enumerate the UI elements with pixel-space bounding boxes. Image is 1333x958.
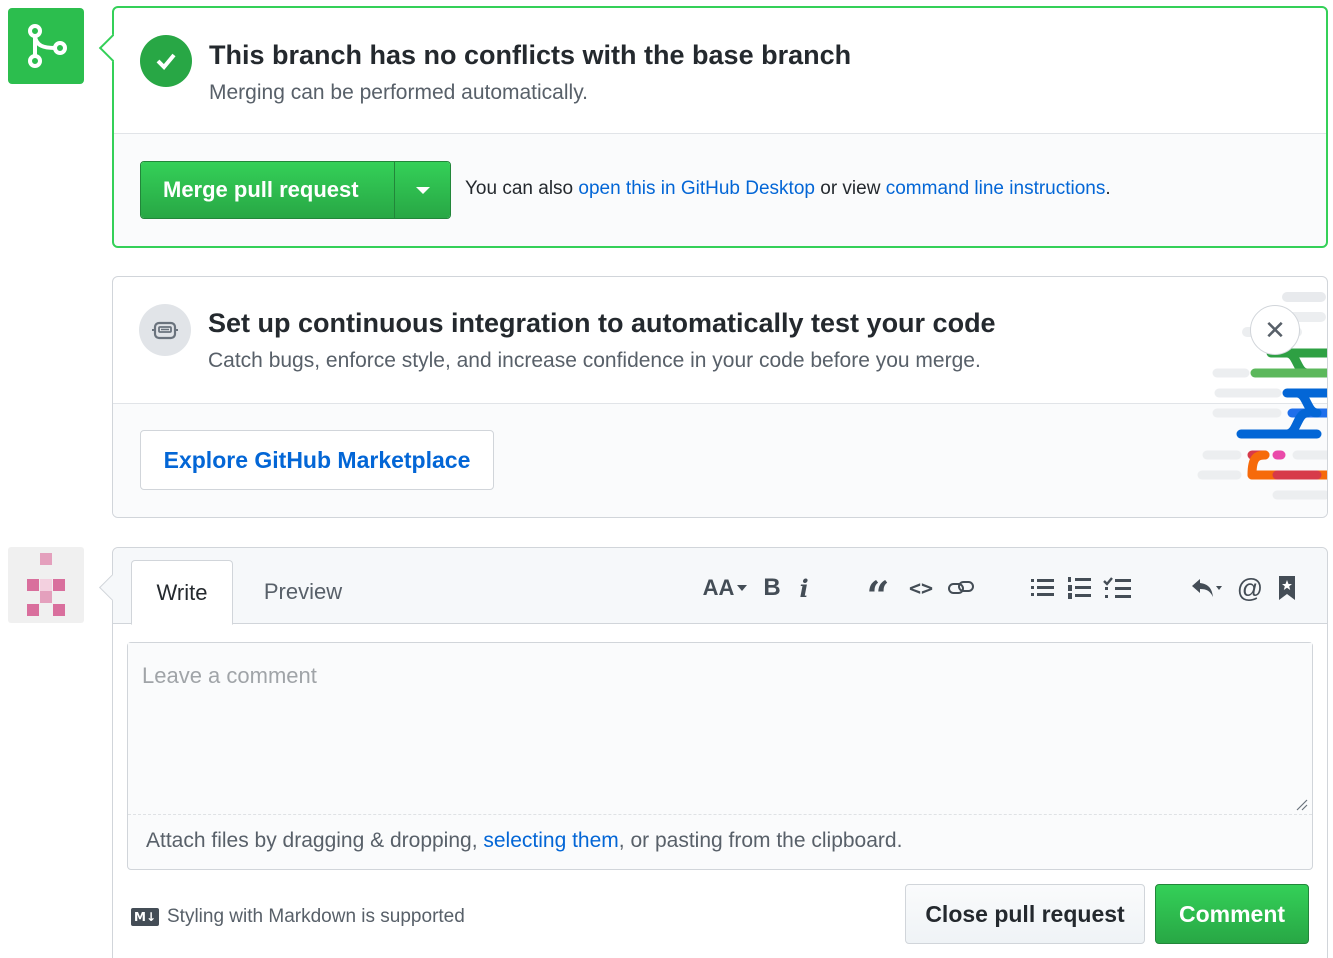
- unordered-list-icon[interactable]: [1028, 568, 1058, 608]
- close-pull-request-button[interactable]: Close pull request: [905, 884, 1145, 944]
- saved-reply-icon[interactable]: [1273, 568, 1301, 608]
- quote-icon[interactable]: “: [863, 568, 893, 620]
- markdown-icon: M↓: [131, 908, 159, 926]
- attach-files-hint: Attach files by dragging & dropping, sel…: [146, 829, 903, 852]
- explore-marketplace-button[interactable]: Explore GitHub Marketplace: [140, 430, 494, 490]
- close-icon[interactable]: ✕: [1250, 305, 1300, 355]
- caret-down-icon: [415, 186, 430, 194]
- caret-down-icon: [737, 585, 748, 591]
- comment-editor: Attach files by dragging & dropping, sel…: [127, 642, 1313, 870]
- identicon-icon: [27, 553, 65, 616]
- merge-status-subtitle: Merging can be performed automatically.: [209, 81, 588, 104]
- comment-button[interactable]: Comment: [1155, 884, 1309, 944]
- ci-promo-title: Set up continuous integration to automat…: [208, 308, 996, 338]
- code-icon[interactable]: <>: [905, 568, 937, 608]
- italic-icon[interactable]: i: [793, 568, 815, 608]
- ci-promo-actions: Explore GitHub Marketplace: [113, 404, 1327, 517]
- merge-status-badge: [8, 8, 84, 84]
- task-list-icon[interactable]: [1101, 568, 1135, 608]
- merge-action-section: Merge pull request You can also open thi…: [114, 134, 1326, 246]
- avatar[interactable]: [8, 547, 84, 623]
- command-line-instructions-link[interactable]: command line instructions: [886, 178, 1106, 199]
- robot-icon: [139, 304, 191, 356]
- link-icon[interactable]: [945, 568, 977, 608]
- merge-status-section: This branch has no conflicts with the ba…: [114, 8, 1326, 134]
- markdown-help-link[interactable]: Styling with Markdown is supported: [167, 906, 465, 928]
- comment-textarea[interactable]: [128, 643, 1312, 815]
- merge-panel: This branch has no conflicts with the ba…: [112, 6, 1328, 248]
- tab-preview[interactable]: Preview: [243, 560, 363, 624]
- merge-method-dropdown-button[interactable]: [394, 162, 450, 218]
- merge-status-title: This branch has no conflicts with the ba…: [209, 40, 852, 70]
- select-files-link[interactable]: selecting them: [483, 829, 618, 852]
- reply-icon[interactable]: [1189, 568, 1227, 608]
- comment-form: Write Preview AA B i “ <> @ Leave a comm…: [112, 547, 1328, 958]
- header-text-icon[interactable]: AA: [701, 568, 749, 608]
- merge-pull-request-button[interactable]: Merge pull request: [141, 162, 394, 218]
- resize-handle-icon[interactable]: [1296, 799, 1308, 811]
- merge-button-group: Merge pull request: [140, 161, 451, 219]
- bold-icon[interactable]: B: [759, 568, 785, 608]
- mention-icon[interactable]: @: [1235, 568, 1265, 608]
- tab-write[interactable]: Write: [131, 560, 233, 625]
- ci-promo-panel: Set up continuous integration to automat…: [112, 276, 1328, 518]
- ordered-list-icon[interactable]: [1065, 568, 1095, 608]
- ci-promo-subtitle: Catch bugs, enforce style, and increase …: [208, 349, 981, 372]
- check-circle-icon: [140, 35, 192, 87]
- ci-promo-header: Set up continuous integration to automat…: [113, 277, 1327, 404]
- merge-hint-text: You can also open this in GitHub Desktop…: [465, 178, 1111, 199]
- open-in-desktop-link[interactable]: open this in GitHub Desktop: [578, 178, 815, 199]
- ci-illustration: [1197, 292, 1327, 500]
- git-merge-icon: [28, 24, 67, 68]
- comment-tabs-bar: Write Preview AA B i “ <> @: [113, 548, 1327, 625]
- markdown-support-note: M↓ Styling with Markdown is supported: [131, 906, 465, 928]
